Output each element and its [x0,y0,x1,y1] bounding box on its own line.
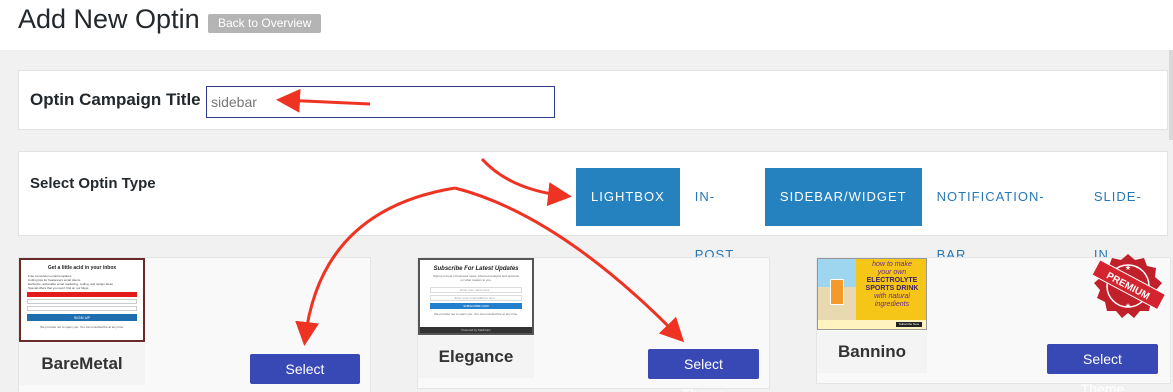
preview-footer: We promise not to spam you. You can unsu… [40,325,124,329]
campaign-title-card: Optin Campaign Title [18,70,1168,130]
select-theme-button[interactable]: Select Theme [648,349,759,392]
page-title: Add New Optin [18,4,200,34]
preview-line: how to make [872,261,912,268]
theme-preview-bannino[interactable]: how to make your own ELECTROLYTE SPORTS … [817,258,927,330]
optin-type-card: Select Optin Type LIGHTBOX IN-POST SIDEB… [18,151,1168,262]
preview-line: with natural [874,293,910,300]
preview-powered: Powered by MailOptin [420,327,532,333]
select-theme-button[interactable]: Select Theme [1047,344,1158,392]
tab-in-post[interactable]: IN-POST [680,168,765,262]
preview-photo [818,259,856,321]
preview-line: your own [877,269,907,276]
preview-cta: Subscribe Now [895,322,922,327]
optin-type-label: Select Optin Type [30,175,156,192]
tab-lightbox[interactable]: LIGHTBOX [576,168,680,226]
tab-sidebar-widget[interactable]: SIDEBAR/WIDGET [764,168,922,226]
preview-bullets: Free conversion email templates Cutting … [21,271,143,290]
preview-heading: Subscribe For Latest Updates [433,266,519,272]
theme-card-bannino: how to make your own ELECTROLYTE SPORTS … [816,254,1171,392]
preview-footer: We promise not to spam you. You can unsu… [434,312,518,316]
back-to-overview-button[interactable]: Back to Overview [208,14,322,33]
badge-star-icon: ★ [1125,264,1131,272]
preview-bottom-bar: Subscribe Now [818,320,926,329]
preview-name-field: Enter your name here... [430,287,522,293]
scrollbar[interactable] [1169,50,1173,140]
optin-type-tabs: LIGHTBOX IN-POST SIDEBAR/WIDGET NOTIFICA… [576,168,1167,262]
preview-text-block: how to make your own ELECTROLYTE SPORTS … [858,261,926,309]
preview-subtext: Signup to best of business news, informe… [433,274,519,282]
tab-notification-bar[interactable]: NOTIFICATION-BAR [922,168,1079,262]
preview-email-field: Enter your email address here... [430,295,522,301]
preview-cta: SIGN UP [27,314,137,321]
preview-red-bar [27,292,137,297]
select-theme-button[interactable]: Select Theme [250,354,360,392]
theme-card-elegance: Subscribe For Latest Updates Signup to b… [417,257,770,392]
preview-bullet: Special offers that you won't find on ou… [28,286,89,290]
drink-glass-icon [830,279,844,305]
campaign-title-input[interactable] [206,86,555,118]
theme-name: Bannino [817,331,927,373]
preview-field [27,299,137,304]
theme-preview-baremetal[interactable]: Get a little acid in your inbox Free con… [19,258,145,342]
theme-preview-elegance[interactable]: Subscribe For Latest Updates Signup to b… [418,258,534,335]
theme-name: Elegance [418,336,534,378]
preview-line: SPORTS DRINK [865,285,919,292]
preview-line: ingredients [874,301,910,308]
badge-star-icon: ★ [1125,302,1131,310]
theme-card-baremetal: Get a little acid in your inbox Free con… [18,257,371,392]
tab-slide-in[interactable]: SLIDE-IN [1079,168,1167,262]
theme-name: BareMetal [19,343,145,385]
campaign-title-label: Optin Campaign Title [30,90,201,109]
preview-line: ELECTROLYTE [866,277,918,284]
premium-badge-icon: PREMIUM ★ ★ [1091,254,1167,318]
page-header: Add New Optin Back to Overview [0,0,1173,50]
preview-field [27,306,137,311]
preview-cta: SUBSCRIBE NOW [430,303,522,309]
